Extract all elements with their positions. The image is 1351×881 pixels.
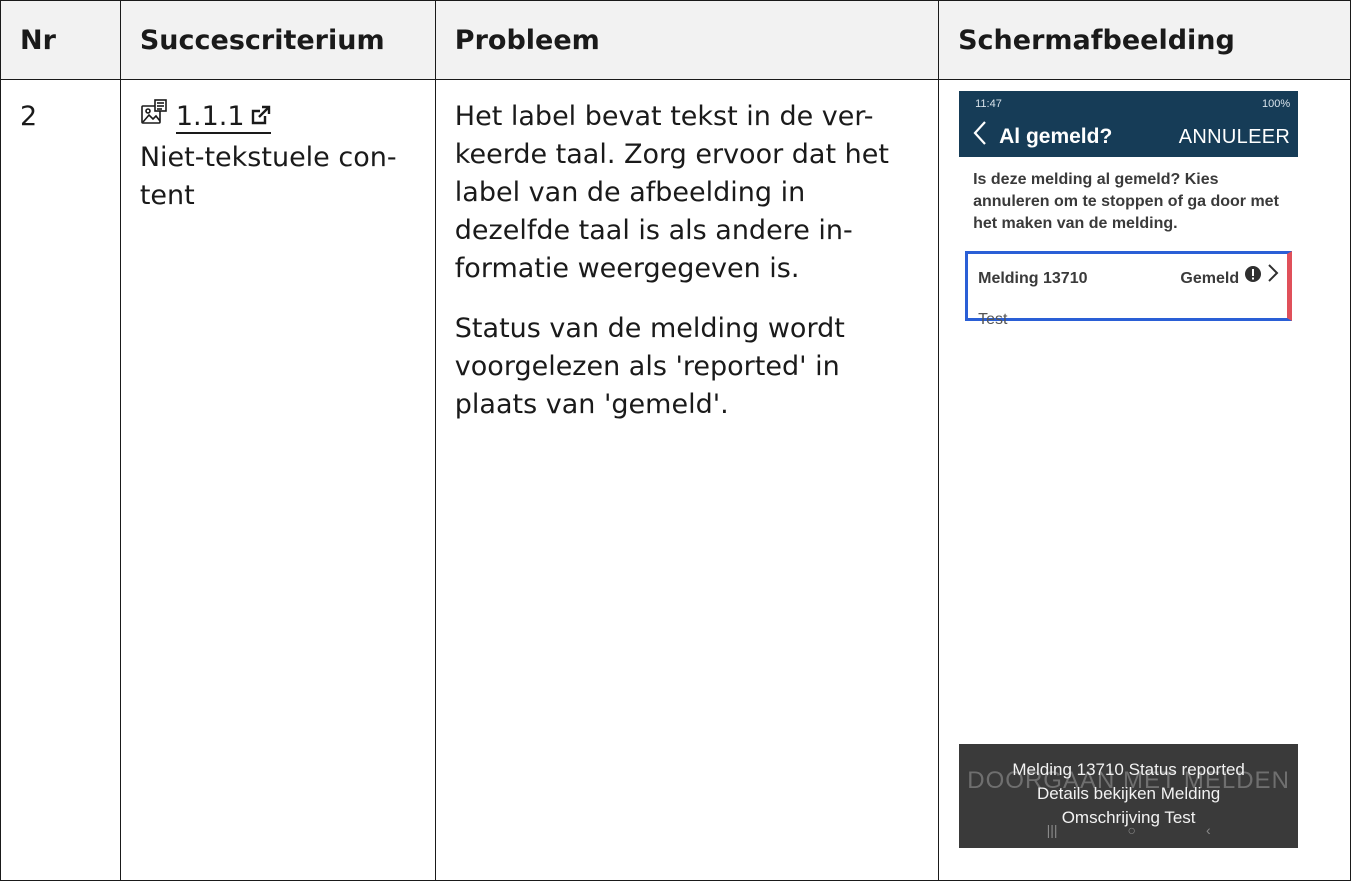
card-title: Melding 13710 (978, 270, 1088, 287)
external-link-icon (251, 102, 271, 132)
card-status-label: Gemeld (1180, 270, 1240, 287)
header-nr: Nr (0, 0, 121, 80)
toast-line: Details bekijken Melding (1036, 784, 1221, 803)
chevron-right-icon (1267, 260, 1279, 298)
chevron-left-icon[interactable] (973, 118, 987, 156)
back-icon[interactable]: ‹ (1206, 811, 1211, 848)
recent-apps-icon[interactable]: ||| (1047, 811, 1058, 848)
cell-problem: Het label bevat tekst in de ver-keerde t… (434, 79, 940, 881)
header-criterion: Succescriterium (119, 0, 436, 80)
criterion-line: 1.1.1 (140, 98, 417, 137)
cell-nr: 2 (0, 79, 121, 881)
system-nav-bar: ||| ○ ‹ (959, 812, 1298, 848)
report-card[interactable]: Melding 13710 Gemeld Test (965, 251, 1293, 328)
table-header-row: Nr Succescriterium Probleem Schermafbeel… (0, 0, 1351, 80)
card-subtitle: Test (978, 311, 1008, 328)
intro-text: Is deze melding al gemeld? Kies annulere… (973, 171, 1279, 232)
status-badge: Gemeld (1180, 260, 1279, 298)
header-screenshot: Schermafbeelding (938, 0, 1351, 80)
app-bar: Al gemeld? ANNULEER (959, 117, 1299, 157)
problem-detail: Status van de melding wordt voorgelezen … (454, 313, 845, 420)
screen-reader-toast-area: DOORGAAN MET MELDEN Melding 13710 Status… (959, 744, 1299, 848)
cell-screenshot: 11:47 100% Al gemeld? ANNULEER Is deze m… (938, 79, 1351, 881)
cell-criterion: 1.1.1 Niet-tekstuele con-tent (119, 79, 436, 881)
criterion-link[interactable]: 1.1.1 (175, 100, 271, 134)
toast-line: Melding 13710 Status reported (1012, 760, 1245, 779)
table-row: 2 1.1.1 Niet-tekstuele con-tent Het labe… (0, 79, 1351, 881)
row-number: 2 (20, 101, 38, 132)
image-text-icon (140, 98, 168, 137)
criterion-name: Niet-tekstuele con-tent (139, 142, 397, 211)
phone-screenshot: 11:47 100% Al gemeld? ANNULEER Is deze m… (959, 91, 1299, 848)
header-problem: Probleem (434, 0, 940, 80)
home-icon[interactable]: ○ (1128, 811, 1136, 848)
exclamation-circle-icon (1244, 260, 1262, 298)
criterion-code: 1.1.1 (175, 100, 245, 132)
findings-table: Nr Succescriterium Probleem Schermafbeel… (0, 0, 1351, 881)
problem-description: Het label bevat tekst in de ver-keerde t… (454, 101, 889, 284)
status-bar: 11:47 100% (959, 91, 1299, 117)
cancel-button[interactable]: ANNULEER (1179, 118, 1290, 156)
screen-title: Al gemeld? (999, 125, 1113, 148)
